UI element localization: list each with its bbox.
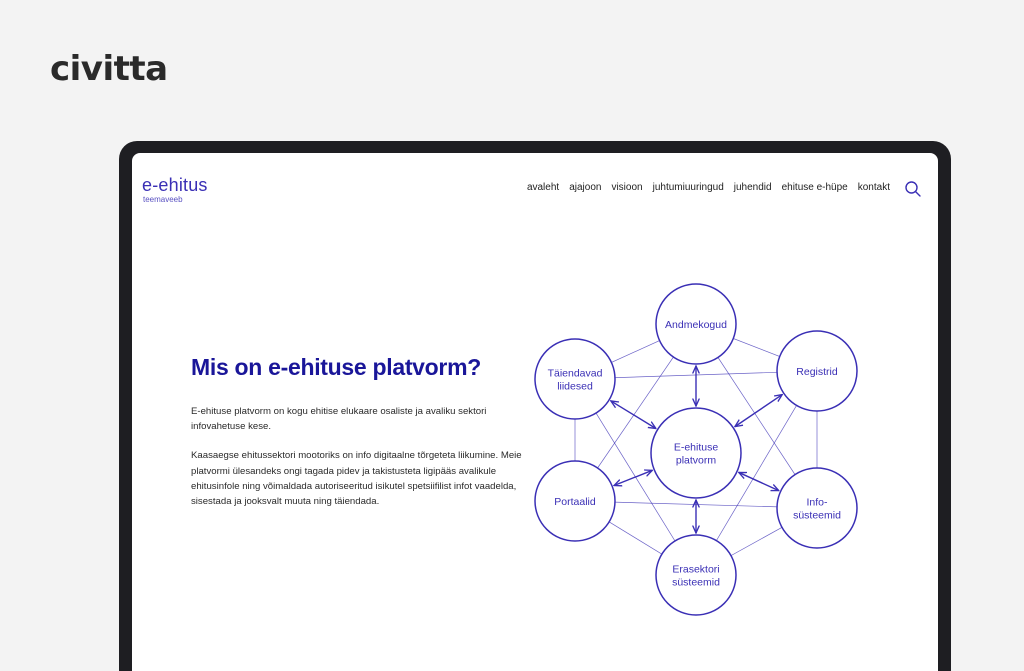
nav-item-avaleht[interactable]: avaleht	[527, 182, 559, 193]
search-button[interactable]	[904, 180, 922, 198]
nav-item-kontakt[interactable]: kontakt	[858, 182, 890, 193]
node-erasektori-label: süsteemid	[672, 577, 720, 589]
nav-item-juhendid[interactable]: juhendid	[734, 182, 772, 193]
arrow-infosusteemid	[739, 472, 779, 490]
arrow-taiendavad	[611, 401, 656, 429]
site-logo[interactable]: e-ehitus teemaveeb	[142, 175, 208, 204]
node-infosusteemid: Info-süsteemid	[776, 467, 858, 549]
node-andmekogud: Andmekogud	[655, 283, 737, 365]
node-infosusteemid-label: Info-	[806, 497, 828, 509]
search-icon	[905, 181, 921, 197]
node-infosusteemid-label: süsteemid	[793, 510, 841, 522]
node-registrid-label: Registrid	[796, 366, 838, 378]
civitta-logo: civitta	[50, 49, 168, 89]
nav-item-ajajoon[interactable]: ajajoon	[569, 182, 601, 193]
platform-diagram: E-ehituseplatvorm Andmekogud Registrid Info…	[534, 283, 858, 616]
main-nav: avaleht ajajoon visioon juhtumiuuringud …	[527, 182, 890, 193]
node-center-label: platvorm	[676, 455, 717, 467]
node-portaalid-label: Portaalid	[554, 496, 596, 508]
node-center: E-ehituseplatvorm	[650, 407, 742, 499]
node-center-label: E-ehituse	[674, 442, 719, 454]
diagram-nodes: E-ehituseplatvorm Andmekogud Registrid Info…	[534, 283, 858, 616]
node-registrid: Registrid	[776, 330, 858, 412]
nav-item-visioon[interactable]: visioon	[611, 182, 642, 193]
hero-title: Mis on e-ehituse platvorm?	[191, 354, 481, 380]
hero-paragraph-2: Kaasaegse ehitussektori mootoriks on inf…	[191, 450, 522, 508]
node-erasektori-label: Erasektori	[672, 564, 719, 576]
node-taiendavad: Täiendavadliidesed	[534, 338, 616, 420]
node-taiendavad-label: liidesed	[557, 381, 593, 393]
nav-item-ehituse-e-hupe[interactable]: ehituse e-hüpe	[782, 182, 848, 193]
website-screen: e-ehitus teemaveeb avaleht ajajoon visio…	[132, 153, 938, 671]
node-andmekogud-label: Andmekogud	[665, 319, 727, 331]
site-logo-subtitle: teemaveeb	[143, 195, 183, 204]
hero-text: E-ehituse platvorm on kogu ehitise eluka…	[191, 404, 531, 509]
hero-paragraph-1: E-ehituse platvorm on kogu ehitise eluka…	[191, 406, 487, 433]
site-logo-title: e-ehitus	[142, 175, 208, 195]
arrow-registrid	[735, 395, 782, 427]
node-taiendavad-label: Täiendavad	[548, 368, 603, 380]
nav-item-juhtumiuuringud[interactable]: juhtumiuuringud	[653, 182, 724, 193]
node-portaalid: Portaalid	[534, 460, 616, 542]
node-erasektori: Erasektorisüsteemid	[655, 534, 737, 616]
